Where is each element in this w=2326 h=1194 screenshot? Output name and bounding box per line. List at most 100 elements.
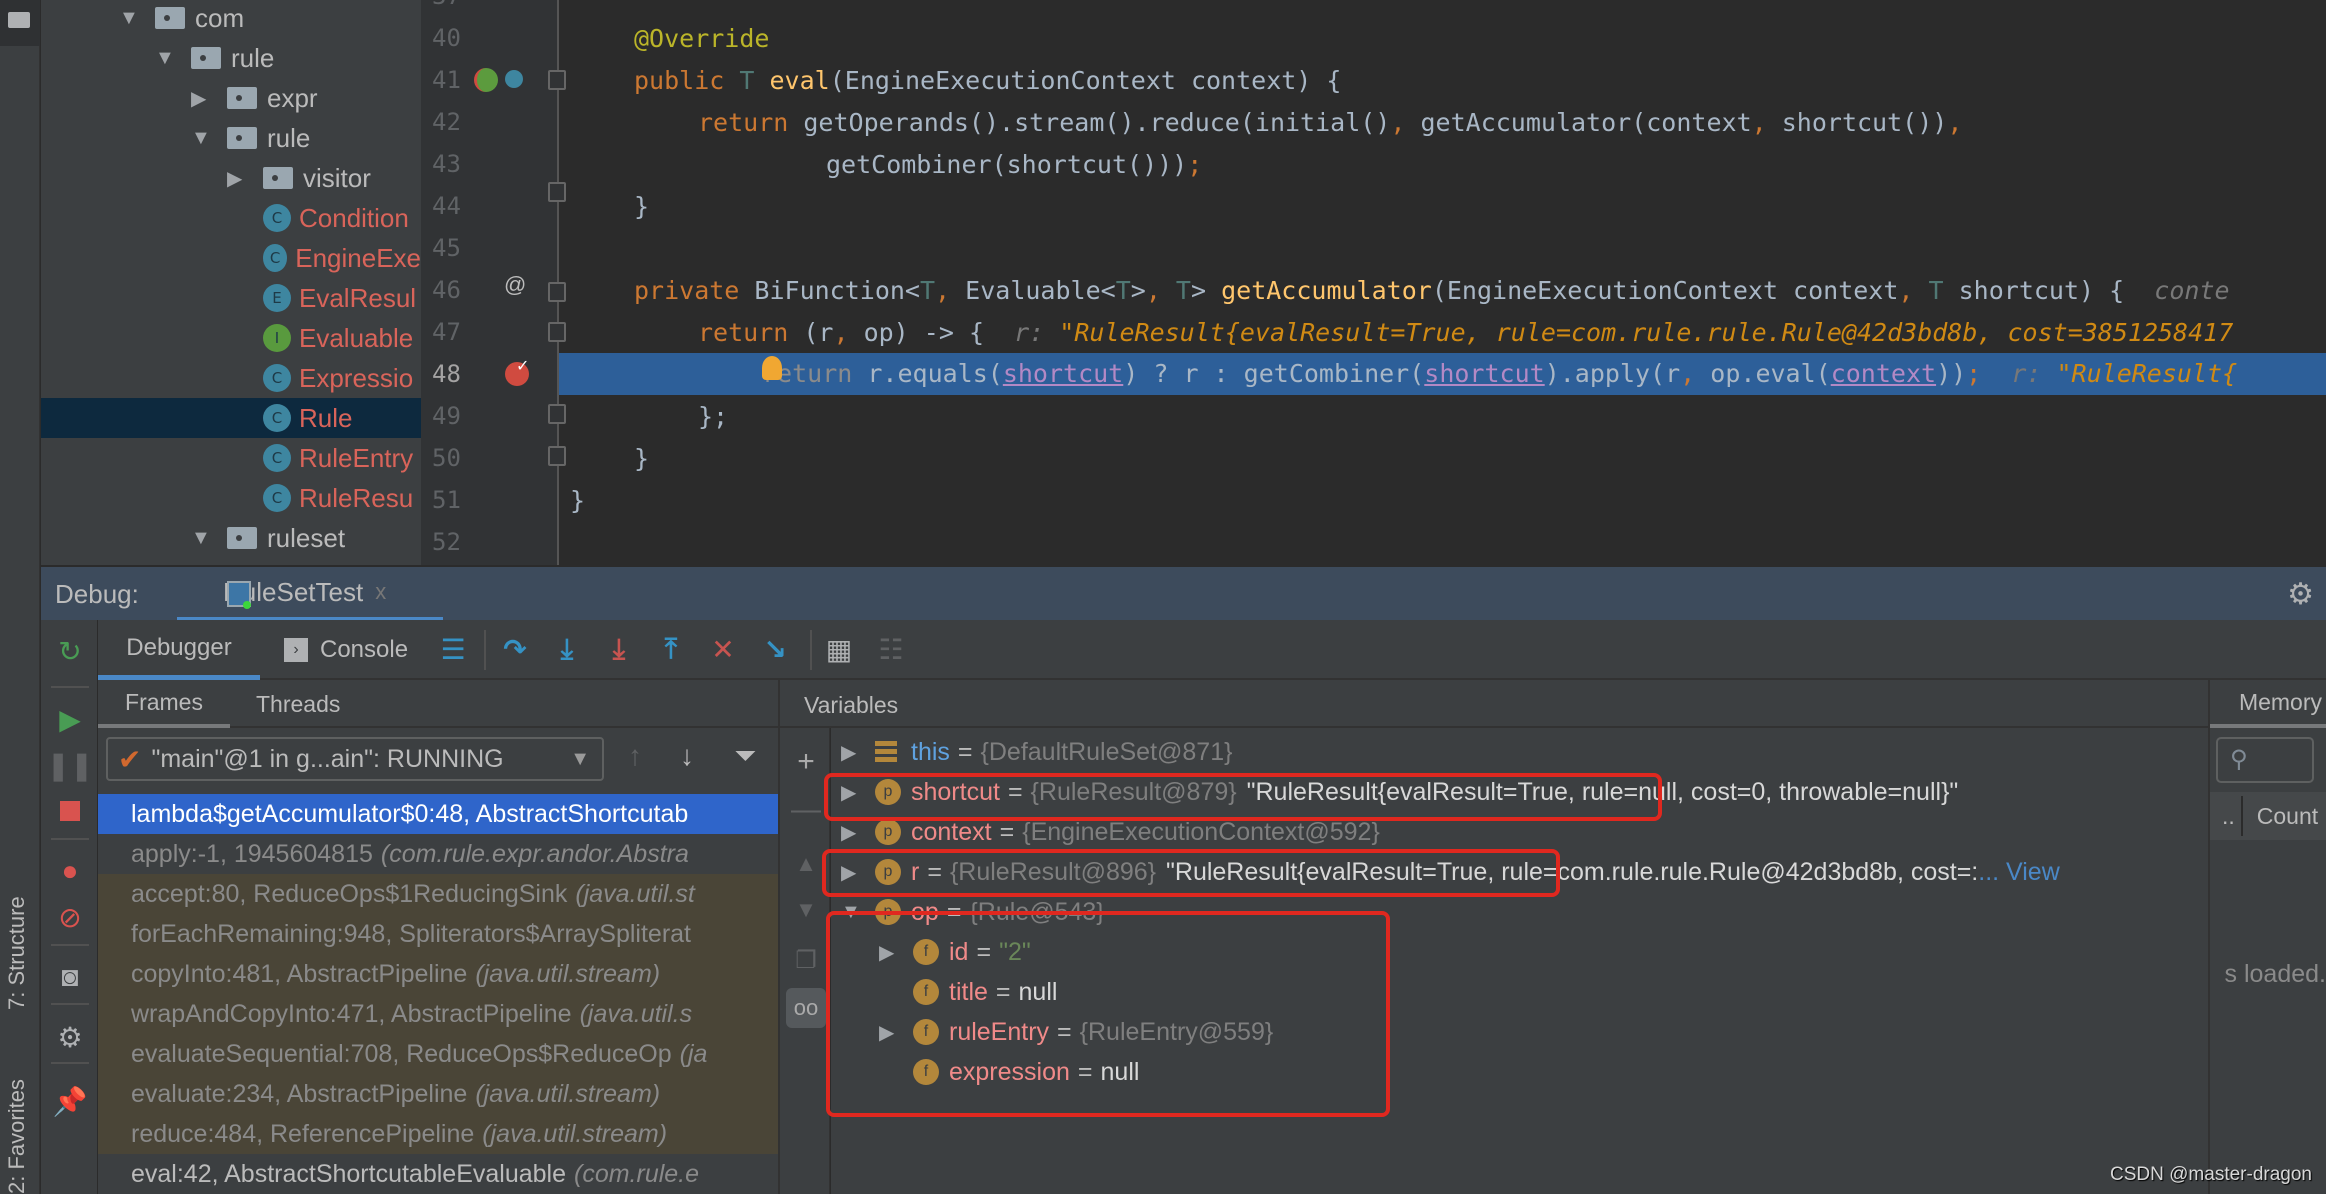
separator bbox=[51, 944, 89, 946]
force-step-into-icon[interactable]: ⤓ bbox=[602, 632, 636, 666]
code-text: } bbox=[634, 444, 650, 473]
annotation-at-icon[interactable]: @ bbox=[504, 272, 526, 298]
frame-row[interactable]: eval:42, AbstractShortcutableEvaluable (c… bbox=[98, 1154, 778, 1194]
move-down-icon[interactable]: ▼ bbox=[786, 890, 826, 930]
step-over-icon[interactable]: ↷ bbox=[498, 632, 532, 666]
fold-marker-icon[interactable] bbox=[548, 70, 566, 90]
structure-tool-tab[interactable]: 7: Structure bbox=[4, 896, 30, 1010]
tree-item-evaluable[interactable]: I Evaluable bbox=[41, 318, 421, 358]
thread-selector[interactable]: ✔ "main"@1 in g...ain": RUNNING ▼ bbox=[106, 737, 604, 781]
gear-icon[interactable]: ⚙ bbox=[2287, 577, 2314, 612]
close-tab-icon[interactable]: x bbox=[375, 579, 386, 605]
tree-item-expression[interactable]: C Expressio bbox=[41, 358, 421, 398]
frame-row[interactable]: wrapAndCopyInto:471, AbstractPipeline (ja… bbox=[98, 994, 778, 1034]
chevron-down-icon[interactable]: ▼ bbox=[119, 7, 141, 30]
line-number-current: 48 bbox=[432, 360, 461, 388]
previous-frame-icon[interactable]: ↑ bbox=[628, 740, 642, 772]
rerun-icon[interactable]: ↻ bbox=[51, 632, 89, 670]
chevron-right-icon[interactable]: ▶ bbox=[227, 166, 249, 191]
tab-frames[interactable]: Frames bbox=[98, 680, 230, 728]
chevron-right-icon[interactable]: ▶ bbox=[841, 740, 875, 765]
chevron-down-icon[interactable]: ▼ bbox=[155, 47, 177, 70]
code-line-40: @Override bbox=[634, 18, 769, 60]
pause-icon[interactable]: ❚❚ bbox=[47, 746, 94, 784]
layout-icon[interactable]: ☰ bbox=[436, 632, 470, 666]
next-frame-icon[interactable]: ↓ bbox=[680, 740, 694, 772]
frame-row[interactable]: evaluateSequential:708, ReduceOps$Reduce… bbox=[98, 1034, 778, 1074]
tab-label: Debugger bbox=[126, 633, 232, 661]
tree-item-rule-entry[interactable]: C RuleEntry bbox=[41, 438, 421, 478]
tree-item-rule-result[interactable]: C RuleResu bbox=[41, 478, 421, 518]
tree-item-rule-sub[interactable]: ▼ rule bbox=[41, 118, 421, 158]
tree-item-rule[interactable]: ▼ rule bbox=[41, 38, 421, 78]
tree-item-visitor[interactable]: ▶ visitor bbox=[41, 158, 421, 198]
memory-search-input[interactable]: ⚲ bbox=[2216, 737, 2314, 783]
line-number: 52 bbox=[432, 528, 461, 556]
frame-row[interactable]: accept:80, ReduceOps$1ReducingSink (java.… bbox=[98, 874, 778, 914]
frame-row[interactable]: apply:-1, 1945604815 (com.rule.expr.andor… bbox=[98, 834, 778, 874]
stop-icon[interactable] bbox=[51, 792, 89, 830]
chevron-down-icon[interactable]: ▼ bbox=[191, 127, 213, 150]
fold-marker-icon[interactable] bbox=[548, 446, 566, 466]
add-watch-icon[interactable]: + bbox=[786, 742, 826, 782]
tree-item-expr[interactable]: ▶ expr bbox=[41, 78, 421, 118]
column-class[interactable]: .. bbox=[2222, 803, 2235, 830]
tree-item-engine-execution[interactable]: C EngineExe bbox=[41, 238, 421, 278]
move-up-icon[interactable]: ▲ bbox=[786, 844, 826, 884]
drop-frame-icon[interactable]: ✕ bbox=[706, 632, 740, 666]
tab-debugger[interactable]: Debugger bbox=[98, 620, 260, 680]
tree-item-condition[interactable]: C Condition bbox=[41, 198, 421, 238]
column-count[interactable]: Count bbox=[2257, 803, 2318, 830]
fold-marker-icon[interactable] bbox=[548, 404, 566, 424]
implements-method-icon[interactable] bbox=[474, 68, 498, 92]
tab-threads[interactable]: Threads bbox=[256, 680, 340, 728]
chevron-right-icon[interactable]: ▶ bbox=[191, 86, 213, 111]
code-text: ).apply(r bbox=[1544, 359, 1681, 388]
remove-watch-icon[interactable]: — bbox=[786, 790, 826, 830]
step-into-icon[interactable]: ⤓ bbox=[550, 632, 584, 666]
thread-selector-value: "main"@1 in g...ain": RUNNING bbox=[151, 744, 504, 773]
frame-row[interactable]: copyInto:481, AbstractPipeline (java.util… bbox=[98, 954, 778, 994]
frame-row[interactable]: reduce:484, ReferencePipeline (java.util.… bbox=[98, 1114, 778, 1154]
project-tool-button[interactable] bbox=[0, 0, 40, 46]
overridden-method-icon[interactable] bbox=[505, 70, 523, 88]
frame-method: evaluate:234, AbstractPipeline bbox=[131, 1079, 468, 1108]
settings-gear-icon[interactable]: ⚙ bbox=[51, 1018, 89, 1056]
tab-memory[interactable]: Memory bbox=[2210, 680, 2326, 728]
lightbulb-icon[interactable] bbox=[762, 356, 782, 380]
resume-program-icon[interactable]: ▶ bbox=[51, 700, 89, 738]
view-link[interactable]: ... View bbox=[1978, 858, 2060, 887]
tab-console[interactable]: › Console bbox=[284, 620, 408, 680]
trace-stream-icon[interactable]: ☷ bbox=[874, 632, 908, 666]
frame-row[interactable]: evaluate:234, AbstractPipeline (java.util… bbox=[98, 1074, 778, 1114]
variable-row-this[interactable]: ▶ this = {DefaultRuleSet@871} bbox=[841, 732, 1232, 772]
copy-icon[interactable]: ❐ bbox=[786, 940, 826, 980]
camera-icon[interactable]: ◙ bbox=[51, 958, 89, 996]
fold-marker-icon[interactable] bbox=[548, 182, 566, 202]
column-divider[interactable] bbox=[2240, 796, 2243, 836]
chevron-right-icon[interactable]: ▶ bbox=[841, 820, 875, 845]
tree-item-eval-result[interactable]: E EvalResul bbox=[41, 278, 421, 318]
highlight-box-shortcut bbox=[824, 773, 1662, 821]
tree-item-ruleset[interactable]: ▼ ruleset bbox=[41, 518, 421, 558]
tree-item-com[interactable]: ▼ com bbox=[41, 0, 421, 38]
inline-debug-value: "RuleResult{evalResult=True, rule=com.ru… bbox=[1059, 318, 2234, 347]
favorites-tool-tab[interactable]: 2: Favorites bbox=[4, 1079, 30, 1194]
evaluate-expression-icon[interactable]: ▦ bbox=[822, 632, 856, 666]
fold-marker-icon[interactable] bbox=[548, 282, 566, 302]
tree-item-rule-class[interactable]: C Rule bbox=[41, 398, 421, 438]
view-breakpoints-icon[interactable]: ● bbox=[51, 852, 89, 890]
debug-session-tab[interactable]: RuleSetTest x bbox=[177, 567, 443, 622]
run-to-cursor-icon[interactable]: ↘ bbox=[758, 632, 792, 666]
equals: = bbox=[999, 817, 1015, 846]
step-out-icon[interactable]: ⤒ bbox=[654, 632, 688, 666]
mute-breakpoints-icon[interactable]: ⊘ bbox=[51, 898, 89, 936]
debugger-toolbar: Debugger › Console ☰ ↷ ⤓ ⤓ ⤒ ✕ ↘ ▦ ☷ bbox=[98, 620, 2326, 680]
glasses-icon[interactable]: oo bbox=[786, 988, 826, 1028]
frame-row[interactable]: forEachRemaining:948, Spliterators$Array… bbox=[98, 914, 778, 954]
chevron-down-icon[interactable]: ▼ bbox=[191, 527, 213, 550]
filter-icon[interactable]: ⏷ bbox=[734, 740, 756, 773]
pin-icon[interactable]: 📌 bbox=[51, 1082, 89, 1120]
frame-row[interactable]: lambda$getAccumulator$0:48, AbstractShor… bbox=[98, 794, 778, 834]
fold-marker-icon[interactable] bbox=[548, 322, 566, 342]
